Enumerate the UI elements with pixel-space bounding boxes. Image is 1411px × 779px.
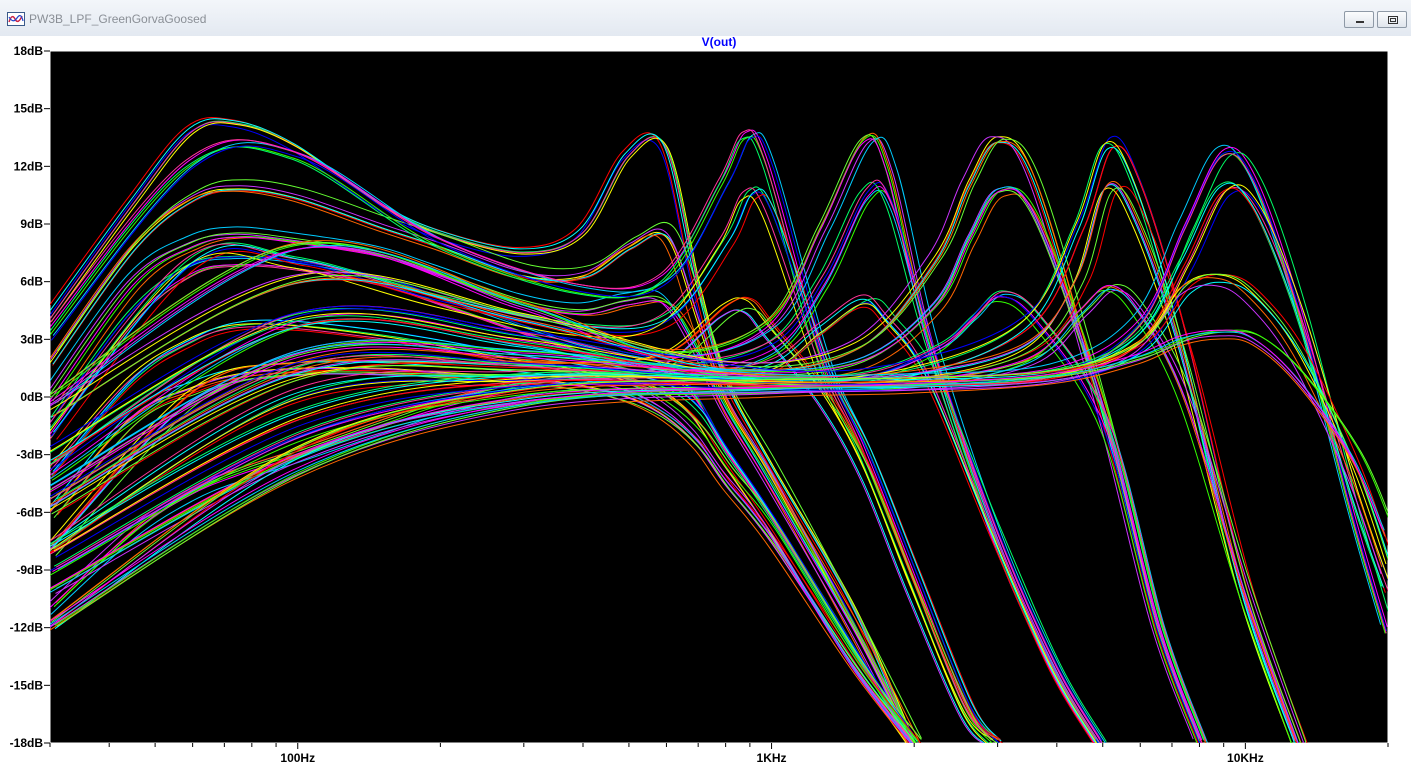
y-tick-label: 0dB — [20, 390, 43, 404]
y-tick-label: 15dB — [14, 102, 44, 116]
minimize-icon — [1356, 21, 1364, 23]
y-tick-label: -12dB — [10, 621, 44, 635]
minimize-button[interactable] — [1344, 11, 1374, 28]
y-tick-label: 3dB — [20, 332, 43, 346]
restore-icon — [1388, 16, 1398, 24]
x-tick-label: 10KHz — [1227, 751, 1264, 765]
y-axis: 18dB 15dB 12dB 9dB 6dB 3dB 0dB -3dB -6dB -9dB -12d… — [10, 44, 50, 750]
y-tick-label: 18dB — [14, 44, 44, 58]
y-tick-label: 9dB — [20, 217, 43, 231]
bode-plot[interactable]: 18dB 15dB 12dB 9dB 6dB 3dB 0dB -3dB -6dB -9dB -12d… — [0, 36, 1411, 779]
x-axis: 100Hz 1KHz 10KHz — [49, 743, 1389, 765]
y-tick-label: -3dB — [16, 448, 43, 462]
y-tick-label: -18dB — [10, 736, 44, 750]
y-tick-label: -9dB — [16, 563, 43, 577]
x-tick-label: 100Hz — [280, 751, 315, 765]
y-tick-label: 6dB — [20, 275, 43, 289]
plot-pane[interactable]: 18dB 15dB 12dB 9dB 6dB 3dB 0dB -3dB -6dB -9dB -12d… — [0, 36, 1411, 779]
x-tick-label: 1KHz — [757, 751, 787, 765]
restore-button[interactable] — [1377, 11, 1407, 28]
y-tick-label: -15dB — [10, 678, 44, 692]
y-tick-label: -6dB — [16, 505, 43, 519]
window-titlebar: PW3B_LPF_GreenGorvaGoosed — [0, 0, 1411, 37]
chart-title: V(out) — [702, 36, 737, 49]
ltspice-waveform-icon — [7, 12, 25, 26]
window-title: PW3B_LPF_GreenGorvaGoosed — [29, 12, 207, 26]
y-tick-label: 12dB — [14, 159, 44, 173]
